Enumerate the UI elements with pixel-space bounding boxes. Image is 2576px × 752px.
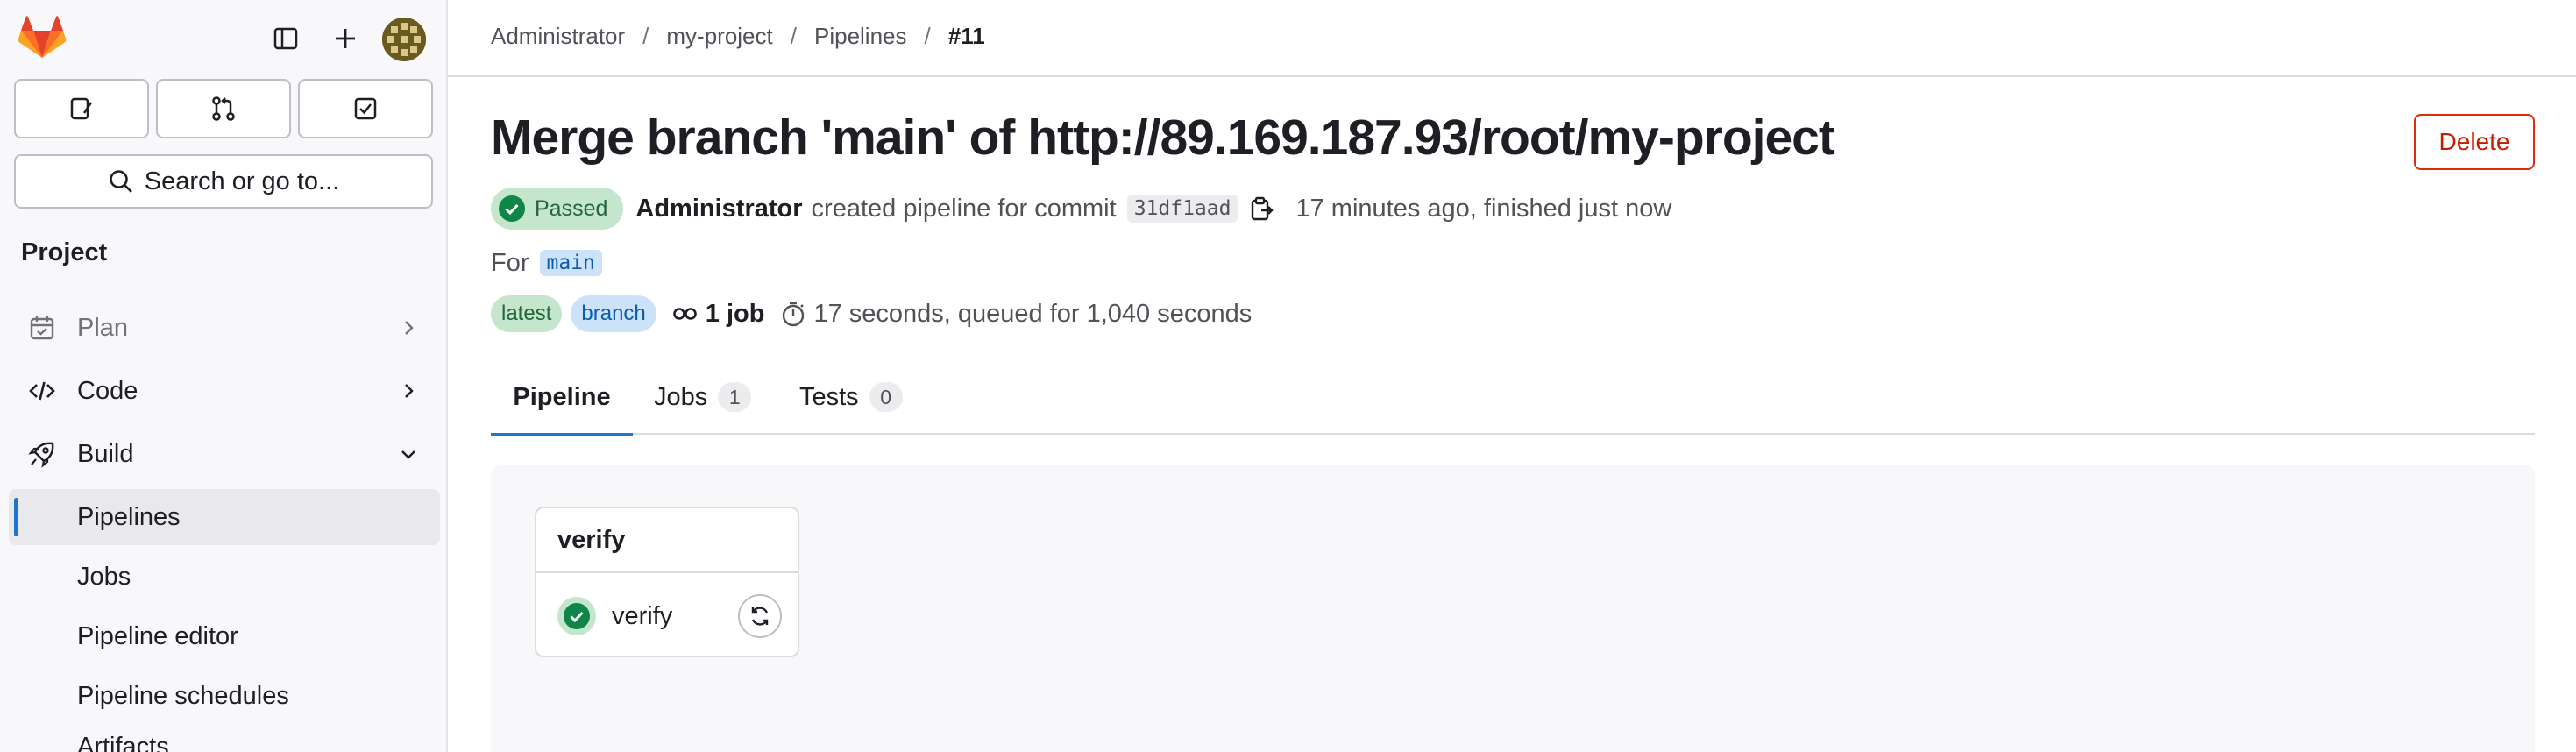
issues-icon [70, 97, 93, 120]
pipeline-ref-row: For main [491, 245, 602, 280]
nav-sub-label: Pipelines [77, 502, 181, 531]
timer-icon [783, 302, 805, 327]
avatar-pattern-icon [382, 18, 426, 61]
tag-latest[interactable]: latest [491, 295, 563, 332]
tab-label: Jobs [654, 382, 708, 411]
breadcrumb-separator: / [924, 23, 931, 49]
chevron-right-icon [405, 384, 414, 398]
tab-label: Tests [799, 382, 859, 411]
jobs-count-label: 1 job [705, 299, 765, 328]
tab-count-badge: 0 [869, 382, 903, 412]
pipeline-duration: 17 seconds, queued for 1,040 seconds [780, 300, 1252, 329]
retry-icon [751, 607, 769, 626]
breadcrumb-item-pipelines[interactable]: Pipelines [814, 23, 907, 50]
tab-count-badge: 1 [718, 382, 752, 412]
tab-tests[interactable]: Tests 0 [799, 359, 903, 435]
search-icon [109, 170, 132, 193]
code-icon [29, 381, 55, 401]
nav-sub-jobs[interactable]: Jobs [9, 549, 440, 605]
copy-clipboard-icon[interactable] [1248, 195, 1274, 222]
pipeline-icon [672, 308, 697, 320]
tab-label: Pipeline [513, 382, 611, 411]
top-bar: Administrator / my-project / Pipelines /… [448, 0, 2576, 77]
tab-jobs[interactable]: Jobs 1 [654, 359, 752, 435]
calendar-icon [30, 316, 54, 340]
nav-sub-label: Pipeline schedules [77, 681, 289, 710]
merge-requests-button[interactable] [156, 79, 291, 138]
duration-label: 17 seconds, queued for 1,040 seconds [813, 299, 1253, 328]
user-avatar[interactable] [382, 18, 426, 61]
section-title-project: Project [21, 238, 108, 266]
sidebar-header [0, 0, 446, 74]
toggle-sidebar-button[interactable] [265, 18, 307, 60]
chevron-right-icon [405, 321, 414, 335]
page-title: Merge branch 'main' of http://89.169.187… [491, 110, 1835, 166]
job-name[interactable]: verify [612, 602, 672, 631]
stage-card: verify verify [535, 507, 799, 657]
tab-pipeline[interactable]: Pipeline [491, 359, 633, 436]
pipeline-tags-row: latest branch 1 job 17 seconds, queued f… [491, 294, 1252, 333]
pipeline-tabs: Pipeline Jobs 1 Tests 0 [491, 359, 2535, 436]
todo-done-icon [354, 97, 377, 120]
breadcrumb-separator: / [642, 23, 649, 49]
search-button[interactable]: Search or go to... [14, 154, 433, 209]
nav-item-label: Code [77, 376, 138, 405]
breadcrumb-item-owner[interactable]: Administrator [491, 23, 625, 50]
chevron-down-icon [401, 450, 415, 459]
rocket-icon [28, 442, 54, 468]
create-new-button[interactable] [324, 18, 366, 60]
assigned-issues-button[interactable] [14, 79, 149, 138]
todo-list-button[interactable] [298, 79, 433, 138]
job-status [557, 597, 596, 635]
status-success-icon [499, 195, 525, 222]
breadcrumb: Administrator / my-project / Pipelines /… [491, 23, 985, 50]
search-label: Search or go to... [144, 167, 340, 195]
retry-job-button[interactable] [738, 594, 782, 638]
merge-request-icon [212, 96, 235, 121]
breadcrumb-separator: / [790, 23, 797, 49]
stage-title: verify [557, 526, 626, 554]
tag-branch[interactable]: branch [571, 295, 656, 332]
gitlab-logo-icon[interactable] [18, 16, 67, 60]
created-text: created pipeline for commit [811, 194, 1117, 223]
delete-button[interactable]: Delete [2414, 114, 2535, 170]
nav-sub-label: Jobs [77, 562, 131, 591]
breadcrumb-item-current[interactable]: #11 [948, 23, 985, 50]
status-badge[interactable]: Passed [491, 188, 624, 230]
nav-item-code[interactable]: Code [9, 363, 440, 419]
ref-link[interactable]: main [539, 250, 602, 276]
status-label: Passed [535, 195, 608, 221]
sidebar: Search or go to... Project Plan Code Bui… [0, 0, 448, 752]
nav-item-build[interactable]: Build [9, 426, 440, 482]
sidebar-toggle-icon [273, 27, 298, 50]
nav-sub-pipeline-editor[interactable]: Pipeline editor [9, 608, 440, 664]
for-label: For [491, 248, 529, 277]
pipeline-meta: Passed Administrator created pipeline fo… [491, 188, 1671, 230]
commit-sha[interactable]: 31df1aad [1126, 195, 1238, 223]
breadcrumb-item-project[interactable]: my-project [666, 23, 772, 50]
stage-divider [536, 571, 798, 573]
nav-sub-artifacts[interactable]: Artifacts [9, 726, 440, 752]
status-success-icon [564, 603, 590, 629]
job-item[interactable]: verify [557, 594, 782, 638]
jobs-count: 1 job [672, 299, 765, 329]
nav-sub-pipeline-schedules[interactable]: Pipeline schedules [9, 668, 440, 724]
nav-item-label: Build [77, 439, 134, 468]
plus-icon [336, 29, 355, 48]
nav-item-label: Plan [77, 313, 129, 342]
nav-sub-pipelines[interactable]: Pipelines [9, 489, 440, 545]
pipeline-time: 17 minutes ago, finished just now [1295, 194, 1672, 223]
nav-sub-label: Pipeline editor [77, 621, 238, 650]
nav-sub-label: Artifacts [77, 733, 169, 752]
nav-item-plan[interactable]: Plan [9, 300, 440, 356]
pipeline-author[interactable]: Administrator [635, 195, 802, 223]
